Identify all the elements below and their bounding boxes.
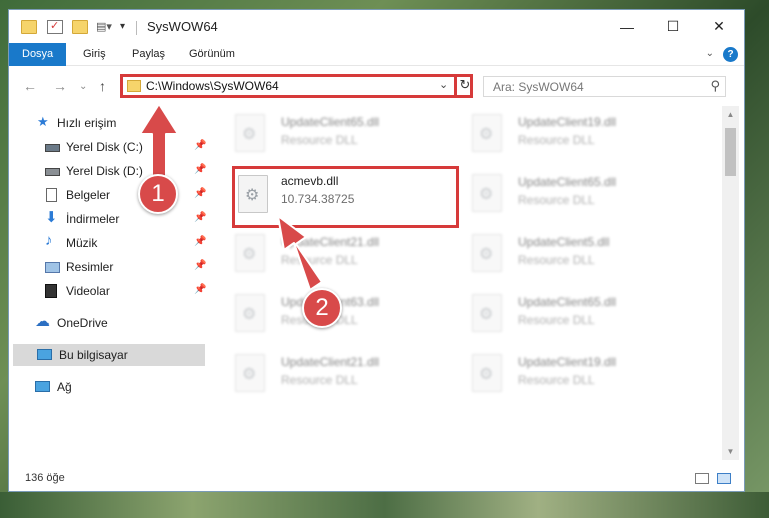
explorer-window: ✓ ▤▾ ▾ SysWOW64 — ☐ ✕ Dosya Giriş Paylaş… xyxy=(8,9,745,492)
pin-icon[interactable]: 📌 xyxy=(194,188,206,199)
large-icons-view-icon[interactable] xyxy=(717,473,731,484)
sidebar-item-music[interactable]: ♪ Müzik 📌 xyxy=(9,232,206,254)
computer-icon xyxy=(37,349,52,360)
search-icon[interactable]: ⚲ xyxy=(710,78,720,94)
search-placeholder[interactable]: Ara: SysWOW64 xyxy=(493,80,584,94)
tab-gorunum[interactable]: Görünüm xyxy=(189,43,235,66)
dll-file-icon xyxy=(472,294,502,332)
ribbon-tabs: Dosya Giriş Paylaş Görünüm ⌄ ? xyxy=(9,43,744,66)
pin-icon[interactable]: 📌 xyxy=(194,236,206,247)
folder-icon xyxy=(127,80,141,92)
file-tile[interactable]: UpdateClient21.dll Resource DLL xyxy=(224,346,454,402)
title-bar: ✓ ▤▾ ▾ SysWOW64 — ☐ ✕ xyxy=(9,10,744,43)
properties-icon[interactable]: ✓ xyxy=(47,20,63,34)
drive-icon xyxy=(45,168,60,176)
dll-file-icon xyxy=(472,234,502,272)
dll-file-icon xyxy=(235,234,265,272)
recent-locations-icon[interactable]: ⌄ xyxy=(79,81,87,92)
minimize-button[interactable]: — xyxy=(604,10,650,43)
sidebar-item-this-pc[interactable]: Bu bilgisayar xyxy=(13,344,205,366)
file-tile[interactable]: UpdateClient65.dll Resource DLL xyxy=(224,106,454,162)
file-tile[interactable]: UpdateClient19.dll Resource DLL xyxy=(461,346,691,402)
customize-toolbar-icon[interactable]: ▤▾ xyxy=(96,20,112,34)
refresh-icon[interactable]: ↻ xyxy=(454,74,473,98)
dll-file-icon xyxy=(472,114,502,152)
forward-icon[interactable]: → xyxy=(53,78,67,94)
network-icon xyxy=(35,381,50,392)
back-icon[interactable]: ← xyxy=(23,78,37,94)
music-icon: ♪ xyxy=(45,232,53,249)
qat-dropdown-icon[interactable]: ▾ xyxy=(120,20,136,34)
dll-file-icon xyxy=(235,294,265,332)
help-icon[interactable]: ? xyxy=(723,47,738,62)
sidebar-item-onedrive[interactable]: ☁ OneDrive xyxy=(9,312,205,334)
maximize-button[interactable]: ☐ xyxy=(650,10,696,43)
file-tile[interactable]: UpdateClient65.dll Resource DLL xyxy=(461,166,691,222)
download-icon: ⬇ xyxy=(45,209,58,226)
folder-icon xyxy=(21,20,37,34)
address-bar[interactable]: C:\Windows\SysWOW64 ⌄ ↻ xyxy=(120,74,473,98)
file-tile-highlighted[interactable]: acmevb.dll 10.734.38725 xyxy=(232,166,459,228)
pictures-icon xyxy=(45,262,60,273)
documents-icon xyxy=(46,188,57,202)
vertical-scrollbar[interactable]: ▲ ▼ xyxy=(722,106,739,460)
navigation-bar: ← → ⌄ ↑ C:\Windows\SysWOW64 ⌄ ↻ Ara: Sys… xyxy=(9,66,744,106)
pin-icon[interactable]: 📌 xyxy=(194,140,206,151)
details-view-icon[interactable] xyxy=(695,473,709,484)
window-title: SysWOW64 xyxy=(147,19,218,34)
item-count: 136 öğe xyxy=(25,472,65,484)
drive-icon xyxy=(45,144,60,152)
scroll-down-icon[interactable]: ▼ xyxy=(722,443,739,460)
file-tile[interactable]: UpdateClient21.dll Resource DLL xyxy=(224,226,454,282)
navigation-pane: ★ Hızlı erişim Yerel Disk (C:) 📌 Yerel D… xyxy=(9,106,211,460)
tab-dosya[interactable]: Dosya xyxy=(9,43,67,66)
video-icon xyxy=(45,284,57,298)
sidebar-item-quick-access[interactable]: ★ Hızlı erişim xyxy=(9,112,205,134)
up-icon[interactable]: ↑ xyxy=(99,78,106,94)
sidebar-item-network[interactable]: Ağ xyxy=(9,376,205,398)
close-button[interactable]: ✕ xyxy=(696,10,742,43)
dll-file-icon xyxy=(235,114,265,152)
desktop-background xyxy=(0,492,769,518)
scroll-up-icon[interactable]: ▲ xyxy=(722,106,739,123)
star-icon: ★ xyxy=(37,114,49,129)
callout-badge-1: 1 xyxy=(138,174,178,214)
sidebar-item-disk-c[interactable]: Yerel Disk (C:) 📌 xyxy=(9,136,206,158)
address-dropdown-icon[interactable]: ⌄ xyxy=(439,78,448,91)
sidebar-item-videos[interactable]: Videolar 📌 xyxy=(9,280,206,302)
callout-badge-2: 2 xyxy=(302,288,342,328)
pin-icon[interactable]: 📌 xyxy=(194,164,206,175)
sidebar-item-disk-d[interactable]: Yerel Disk (D:) 📌 xyxy=(9,160,206,182)
pin-icon[interactable]: 📌 xyxy=(194,212,206,223)
file-tile[interactable]: UpdateClient65.dll Resource DLL xyxy=(461,286,691,342)
title-separator xyxy=(136,21,137,35)
search-box[interactable]: Ara: SysWOW64 ⚲ xyxy=(483,76,726,97)
sidebar-item-downloads[interactable]: ⬇ İndirmeler 📌 xyxy=(9,208,206,230)
status-bar: 136 öğe xyxy=(9,465,744,491)
dll-file-icon xyxy=(235,354,265,392)
dll-file-icon xyxy=(472,174,502,212)
tab-giris[interactable]: Giriş xyxy=(83,43,106,66)
dll-file-icon xyxy=(472,354,502,392)
file-tile[interactable]: UpdateClient19.dll Resource DLL xyxy=(461,106,691,162)
dll-file-icon xyxy=(238,175,268,213)
file-list: UpdateClient65.dll Resource DLL acmevb.d… xyxy=(224,106,722,460)
sidebar-item-pictures[interactable]: Resimler 📌 xyxy=(9,256,206,278)
tab-paylas[interactable]: Paylaş xyxy=(132,43,165,66)
address-path[interactable]: C:\Windows\SysWOW64 xyxy=(146,79,279,93)
cloud-icon: ☁ xyxy=(35,313,50,330)
new-folder-icon[interactable] xyxy=(72,20,88,34)
scroll-thumb[interactable] xyxy=(725,128,736,176)
pin-icon[interactable]: 📌 xyxy=(194,260,206,271)
ribbon-expand-icon[interactable]: ⌄ xyxy=(706,48,714,59)
pin-icon[interactable]: 📌 xyxy=(194,284,206,295)
file-tile[interactable]: UpdateClient5.dll Resource DLL xyxy=(461,226,691,282)
